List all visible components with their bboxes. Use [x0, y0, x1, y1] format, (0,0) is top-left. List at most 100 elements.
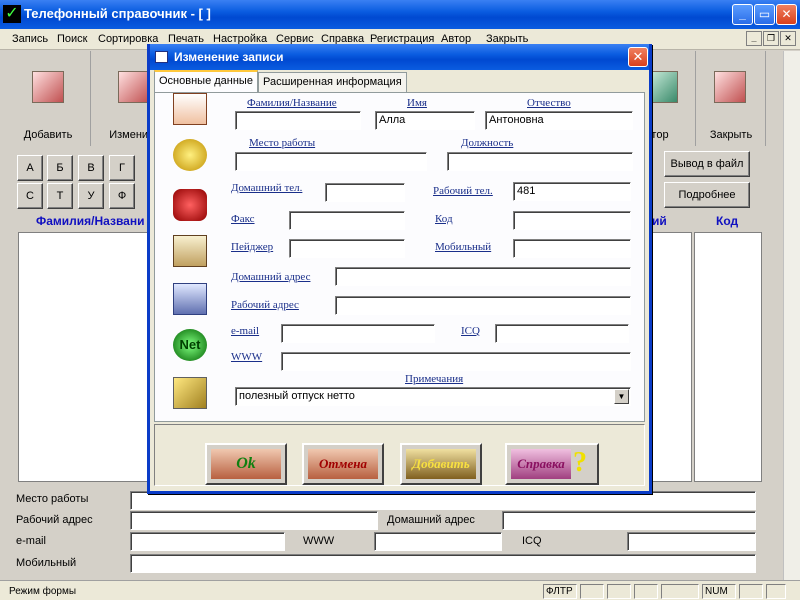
status-panel-4: [661, 584, 699, 599]
letter-button-t[interactable]: Т: [47, 183, 73, 209]
letter-button-f[interactable]: Ф: [109, 183, 135, 209]
dialog-close-button[interactable]: ✕: [628, 47, 648, 67]
person-icon: [173, 93, 207, 125]
code-input[interactable]: [513, 211, 631, 230]
bottom-work-place-label: Место работы: [16, 493, 89, 505]
notes-combobox[interactable]: полезный отпуск нетто ▼: [235, 387, 631, 406]
mobile-input[interactable]: [513, 239, 631, 258]
letter-button-v[interactable]: В: [78, 155, 104, 181]
mdi-minimize-button[interactable]: _: [746, 31, 762, 46]
icq-input[interactable]: [495, 324, 629, 343]
status-bar: Режим формы ФЛТР NUM: [0, 580, 800, 600]
bottom-home-address-field: [502, 511, 756, 530]
www-input[interactable]: [281, 352, 631, 371]
bottom-home-address-label: Домашний адрес: [387, 514, 475, 526]
label-www: WWW: [231, 351, 263, 363]
label-home-address: Домашний адрес: [231, 271, 311, 283]
toolbar-close-label: Закрыть: [709, 129, 753, 141]
label-icq: ICQ: [461, 325, 480, 337]
name-input[interactable]: Алла: [375, 111, 475, 130]
work-place-input[interactable]: [235, 152, 427, 171]
bottom-work-address-label: Рабочий адрес: [16, 514, 93, 526]
bottom-email-field: [130, 532, 285, 551]
work-phone-input[interactable]: 481: [513, 182, 631, 201]
bottom-email-label: e-mail: [16, 535, 46, 547]
bottom-www-label: WWW: [303, 535, 335, 547]
label-fax: Факс: [231, 213, 255, 225]
edit-record-icon: [118, 71, 150, 103]
label-work-address: Рабочий адрес: [231, 299, 299, 311]
status-filter: ФЛТР: [543, 584, 577, 599]
cancel-button[interactable]: Отмена: [302, 443, 384, 485]
grid-header-code[interactable]: Код: [716, 214, 738, 228]
label-work-phone: Рабочий тел.: [433, 185, 493, 197]
chevron-down-icon[interactable]: ▼: [614, 389, 629, 404]
label-surname: Фамилия/Название: [247, 97, 337, 109]
letter-button-b[interactable]: Б: [47, 155, 73, 181]
phone-icon: [173, 189, 207, 221]
work-address-input[interactable]: [335, 296, 631, 315]
tab-basic-data[interactable]: Основные данные: [154, 70, 258, 92]
checkmark-app-icon: ✓: [3, 5, 21, 23]
mdi-close-button[interactable]: ✕: [780, 31, 796, 46]
main-titlebar[interactable]: ✓ Телефонный справочник - [ ] _ ▭ ✕: [0, 0, 800, 29]
menu-search[interactable]: Поиск: [57, 33, 87, 45]
label-home-phone: Домашний тел.: [231, 182, 303, 194]
bottom-www-field: [374, 532, 502, 551]
vertical-scrollbar[interactable]: [783, 51, 800, 580]
status-mode: Режим формы: [9, 586, 77, 597]
mdi-restore-button[interactable]: ❐: [763, 31, 779, 46]
add-button-label: Добавить: [406, 449, 476, 479]
window-title: Телефонный справочник - [ ]: [24, 6, 211, 21]
label-email: e-mail: [231, 325, 260, 337]
pager-icon: [173, 235, 207, 267]
label-patronymic: Отчество: [527, 97, 571, 109]
surname-input[interactable]: [235, 111, 361, 130]
letter-button-g[interactable]: Г: [109, 155, 135, 181]
status-panel-5: [739, 584, 763, 599]
coins-icon: [173, 139, 207, 171]
details-button[interactable]: Подробнее: [664, 182, 750, 208]
ok-button-label: Ok: [211, 449, 281, 479]
letter-button-s[interactable]: С: [17, 183, 43, 209]
minimize-button[interactable]: _: [732, 4, 753, 25]
status-panel-3: [634, 584, 658, 599]
label-mobile: Мобильный: [435, 241, 492, 253]
patronymic-input[interactable]: Антоновна: [485, 111, 633, 130]
ok-button[interactable]: Ok: [205, 443, 287, 485]
status-panel-1: [580, 584, 604, 599]
label-position: Должность: [461, 137, 514, 149]
grid-code-column[interactable]: [694, 232, 762, 482]
toolbar-close-button[interactable]: Закрыть: [696, 51, 766, 146]
menu-record[interactable]: Запись: [12, 33, 48, 45]
position-input[interactable]: [447, 152, 633, 171]
pager-input[interactable]: [289, 239, 405, 258]
bottom-icq-field: [627, 532, 756, 551]
fax-input[interactable]: [289, 211, 405, 230]
home-address-input[interactable]: [335, 267, 631, 286]
tab-extended-info[interactable]: Расширенная информация: [258, 72, 407, 92]
status-num: NUM: [702, 584, 736, 599]
bottom-work-address-field: [130, 511, 378, 530]
letter-button-a[interactable]: А: [17, 155, 43, 181]
letter-button-u[interactable]: У: [78, 183, 104, 209]
label-code: Код: [435, 213, 453, 225]
export-to-file-button[interactable]: Вывод в файл: [664, 151, 750, 177]
help-button[interactable]: Справка ?: [505, 443, 599, 485]
grid-header-name[interactable]: Фамилия/Названи: [36, 214, 144, 228]
status-panel-6: [766, 584, 786, 599]
question-mark-icon: ?: [573, 447, 587, 478]
email-input[interactable]: [281, 324, 435, 343]
close-window-button[interactable]: ✕: [776, 4, 797, 25]
maximize-button[interactable]: ▭: [754, 4, 775, 25]
net-globe-icon: Net: [173, 329, 207, 361]
dialog-titlebar[interactable]: Изменение записи ✕: [150, 44, 649, 70]
cancel-button-label: Отмена: [308, 449, 378, 479]
toolbar-add-button[interactable]: Добавить: [5, 51, 91, 146]
home-phone-input[interactable]: [325, 183, 405, 202]
toolbar-add-label: Добавить: [23, 129, 73, 141]
add-button[interactable]: Добавить: [400, 443, 482, 485]
grid-header-partial[interactable]: ий: [652, 214, 667, 228]
note-pin-icon: [173, 377, 207, 409]
bottom-mobile-field: [130, 554, 756, 573]
